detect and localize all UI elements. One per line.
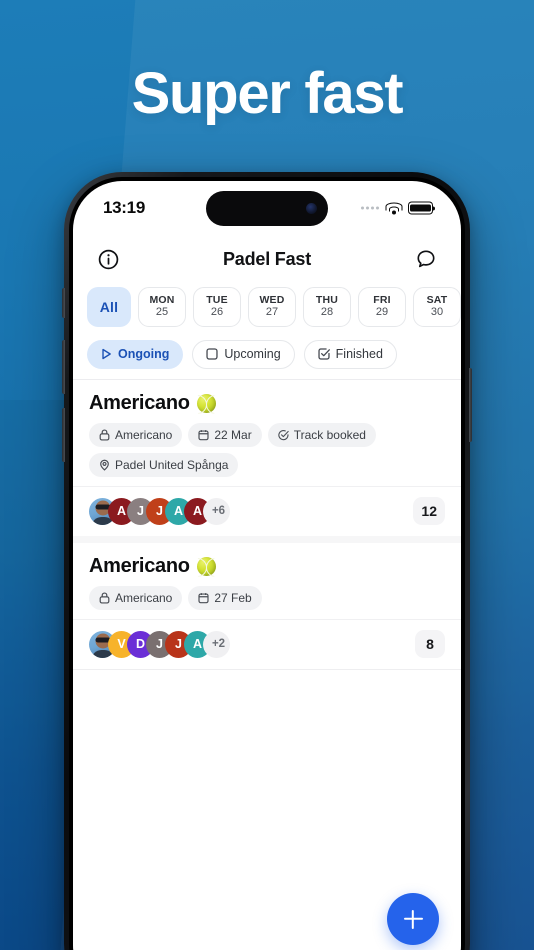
phone-screen: 13:19 Padel Fast All MON 25 TUE 26 WED 2… [73, 181, 461, 950]
filter-pill-label: Upcoming [224, 347, 281, 361]
list-end-divider [73, 669, 461, 670]
match-tags: Americano 22 Mar Track booked Padel Unit… [89, 423, 445, 477]
date-chip-fri[interactable]: FRI 29 [358, 287, 406, 327]
date-chip-dow: THU [315, 294, 339, 307]
match-title-row: Americano [89, 392, 445, 415]
filter-pill-ongoing[interactable]: Ongoing [87, 339, 184, 369]
app-title: Padel Fast [222, 248, 312, 269]
date-chip-day: 25 [155, 306, 169, 319]
chat-bubble-icon[interactable] [413, 246, 439, 272]
status-bar-time: 13:19 [103, 198, 145, 217]
card-separator [73, 536, 461, 543]
check-circle-icon [278, 430, 289, 441]
front-camera-icon [306, 203, 317, 214]
location-pin-icon [100, 459, 109, 471]
play-triangle-icon [101, 348, 112, 360]
status-bar-indicators [361, 201, 436, 215]
date-chip-all[interactable]: All [87, 287, 131, 327]
plus-icon [404, 910, 423, 929]
tag-label: 22 Mar [214, 428, 252, 442]
match-tags: Americano 27 Feb [89, 586, 445, 610]
tag-label: Track booked [293, 428, 366, 442]
tennis-ball-icon [196, 394, 216, 413]
page-title: Super fast [131, 61, 404, 126]
filter-pill-label: Finished [335, 347, 383, 361]
status-bar: 13:19 [73, 181, 461, 235]
date-chip-tue[interactable]: TUE 26 [193, 287, 241, 327]
tag-label: Americano [115, 428, 173, 442]
match-title-row: Americano [89, 555, 445, 578]
tag-track: Track booked [267, 423, 376, 447]
checked-square-icon [318, 348, 330, 360]
date-chip-dow: MON [149, 294, 175, 307]
phone-mockup: 13:19 Padel Fast All MON 25 TUE 26 WED 2… [62, 172, 472, 950]
dynamic-island [206, 191, 328, 226]
volume-down-button [62, 408, 65, 462]
date-chip-label: All [99, 298, 119, 315]
match-footer: A J J A A +6 12 [89, 487, 445, 536]
match-footer: V D J J A +2 8 [89, 620, 445, 669]
power-button [469, 368, 472, 442]
tag-label: Americano [115, 591, 173, 605]
match-title: Americano [89, 392, 190, 414]
date-chip-day: 26 [210, 306, 224, 319]
date-chip-dow: WED [259, 294, 285, 307]
lock-icon [99, 592, 110, 604]
avatar-overflow-count: +6 [203, 497, 230, 525]
date-chip-mon[interactable]: MON 25 [138, 287, 186, 327]
status-filter-row[interactable]: Ongoing Upcoming Finished [73, 331, 461, 377]
date-filter-row[interactable]: All MON 25 TUE 26 WED 27 THU 28 FRI 29 S… [73, 283, 461, 331]
filter-pill-label: Ongoing [118, 347, 170, 361]
date-chip-sat[interactable]: SAT 30 [413, 287, 461, 327]
match-list: Americano Americano 22 Mar Track booked … [73, 380, 461, 950]
avatar-overflow-count: +2 [203, 630, 230, 658]
tag-label: 27 Feb [214, 591, 252, 605]
tag-location: Padel United Spånga [89, 453, 239, 477]
player-count-badge: 8 [415, 630, 445, 658]
add-match-button[interactable] [387, 893, 439, 945]
date-chip-wed[interactable]: WED 27 [248, 287, 296, 327]
cellular-dots-icon [361, 206, 379, 210]
calendar-icon [198, 430, 209, 441]
wifi-icon [385, 202, 402, 215]
date-chip-dow: TUE [206, 294, 228, 307]
info-circle-icon[interactable] [95, 246, 121, 272]
silent-switch [62, 288, 65, 318]
filter-pill-upcoming[interactable]: Upcoming [192, 339, 295, 369]
date-chip-dow: SAT [426, 294, 448, 307]
participant-avatars[interactable]: V D J J A +2 [89, 630, 230, 658]
tag-label: Padel United Spånga [115, 458, 229, 472]
player-count-badge: 12 [413, 497, 445, 525]
filter-pill-finished[interactable]: Finished [303, 339, 397, 369]
tag-date: 27 Feb [188, 586, 262, 610]
tag-format: Americano [89, 423, 183, 447]
date-chip-dow: FRI [373, 294, 391, 307]
date-chip-thu[interactable]: THU 28 [303, 287, 351, 327]
volume-up-button [62, 340, 65, 394]
calendar-icon [198, 593, 209, 604]
square-outline-icon [206, 348, 218, 360]
tag-date: 22 Mar [188, 423, 262, 447]
battery-icon [408, 201, 436, 215]
lock-icon [99, 429, 110, 441]
match-title: Americano [89, 555, 190, 577]
date-chip-day: 30 [430, 306, 444, 319]
match-card[interactable]: Americano Americano [73, 543, 461, 669]
match-card[interactable]: Americano Americano [73, 380, 461, 536]
date-chip-day: 27 [265, 306, 279, 319]
date-chip-day: 29 [375, 306, 389, 319]
tag-format: Americano [89, 586, 183, 610]
app-nav-bar: Padel Fast [73, 235, 461, 283]
participant-avatars[interactable]: A J J A A +6 [89, 497, 230, 525]
tennis-ball-icon [196, 557, 216, 576]
date-chip-day: 28 [320, 306, 334, 319]
phone-bezel: 13:19 Padel Fast All MON 25 TUE 26 WED 2… [69, 177, 465, 950]
